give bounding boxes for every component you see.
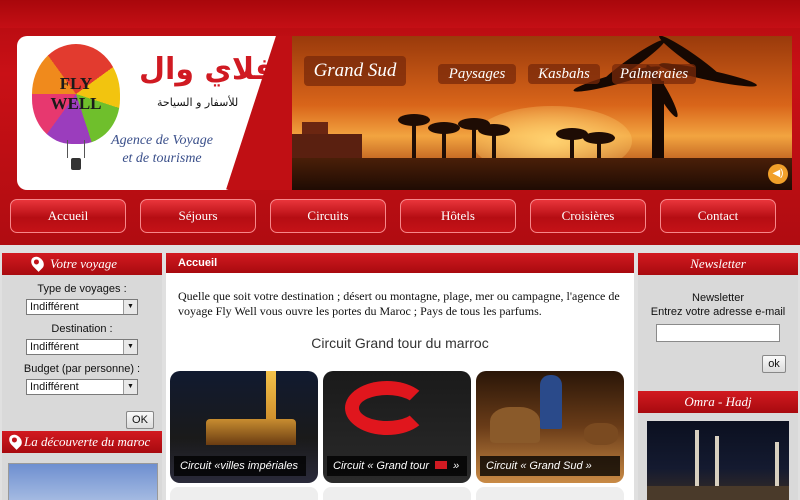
newsletter-header: Newsletter — [638, 253, 798, 275]
budget-select[interactable]: Indifférent ▼ — [26, 379, 138, 395]
grand-tour-logo-icon — [345, 381, 429, 435]
arabic-tagline: للأسفار و السياحة — [157, 96, 239, 109]
circuit-card-villes-caption: Circuit «villes impériales » — [174, 456, 306, 483]
search-ok-button[interactable]: OK — [126, 411, 154, 429]
arabic-brand-name: فلاي وال — [139, 52, 275, 87]
nav-contact[interactable]: Contact — [660, 199, 776, 233]
map-pin-icon — [28, 254, 47, 272]
agence-tagline: Agence de Voyage et de tourisme — [107, 132, 217, 168]
newsletter-prompt: Entrez votre adresse e-mail — [650, 306, 786, 318]
nav-accueil[interactable]: Accueil — [10, 199, 126, 233]
circuit-card-next[interactable] — [476, 487, 624, 500]
chevron-down-icon: ▼ — [123, 300, 137, 314]
circuit-card-next[interactable] — [170, 487, 318, 500]
destination-label: Destination : — [51, 323, 113, 335]
balloon-basket-icon — [71, 158, 81, 170]
grand-tour-caption-end: » — [453, 460, 460, 472]
circuit-title: Circuit Grand tour du marroc — [311, 335, 489, 351]
nav-sejours[interactable]: Séjours — [140, 199, 256, 233]
budget-value: Indifférent — [30, 381, 79, 393]
logo-text-well: WELL — [50, 94, 102, 113]
type-voyage-label: Type de voyages : — [37, 283, 127, 295]
nav-hotels[interactable]: Hôtels — [400, 199, 516, 233]
destination-select[interactable]: Indifférent ▼ — [26, 339, 138, 355]
banner-tag-paysages[interactable]: Paysages — [438, 64, 516, 84]
camel-shape — [584, 423, 618, 445]
camel-shape — [490, 407, 540, 443]
banner-tag-palmeraies[interactable]: Palmeraies — [612, 64, 696, 84]
banner-slideshow: Grand Sud Paysages Kasbahs Palmeraies ◀) — [292, 36, 792, 190]
type-voyage-value: Indifférent — [30, 301, 79, 313]
main-navigation: Accueil Séjours Circuits Hôtels Croisièr… — [10, 199, 790, 233]
omra-header: Omra - Hadj — [638, 391, 798, 413]
desert-ground — [292, 158, 792, 190]
traveler-figure — [540, 375, 562, 429]
banner-tag-kasbahs[interactable]: Kasbahs — [528, 64, 600, 84]
newsletter-label: Newsletter — [692, 292, 744, 304]
intro-text: Quelle que soit votre destination ; dése… — [178, 289, 620, 318]
circuit-card-next[interactable] — [323, 487, 471, 500]
right-sidebar: Newsletter Newsletter Entrez votre adres… — [638, 253, 798, 500]
budget-label: Budget (par personne) : — [23, 363, 141, 375]
agence-line-2: et de tourisme — [122, 151, 202, 166]
type-voyage-select[interactable]: Indifférent ▼ — [26, 299, 138, 315]
banner-title[interactable]: Grand Sud — [304, 56, 406, 86]
circuit-card-grand-sud[interactable]: Circuit « Grand Sud » — [476, 371, 624, 483]
morocco-flag-icon — [435, 461, 448, 469]
decouverte-header: La découverte du maroc — [2, 431, 162, 453]
maroc-thumbnail[interactable] — [8, 463, 158, 500]
speaker-icon[interactable]: ◀) — [768, 164, 788, 184]
accueil-header: Accueil — [166, 253, 634, 273]
newsletter-ok-button[interactable]: ok — [762, 355, 786, 373]
circuit-card-villes[interactable]: Circuit «villes impériales » — [170, 371, 318, 483]
minaret — [715, 436, 719, 490]
circuit-card-grand-tour-caption: Circuit « Grand tour » — [327, 456, 467, 476]
newsletter-email-input[interactable] — [656, 324, 780, 342]
decouverte-title: La découverte du maroc — [24, 434, 151, 449]
logo[interactable]: FLY WELL فلاي وال للأسفار و السياحة Agen… — [17, 36, 292, 190]
balloon-ropes — [67, 140, 85, 158]
minaret — [775, 442, 779, 490]
votre-voyage-header: Votre voyage — [2, 253, 162, 275]
nav-circuits[interactable]: Circuits — [270, 199, 386, 233]
circuit-card-grand-sud-caption: Circuit « Grand Sud » — [480, 456, 620, 476]
chevron-down-icon: ▼ — [123, 380, 137, 394]
balloon-logo-icon: FLY WELL — [32, 44, 120, 144]
nav-croisieres[interactable]: Croisières — [530, 199, 646, 233]
minaret — [695, 430, 699, 490]
main-content: Accueil Quelle que soit votre destinatio… — [166, 253, 634, 500]
agence-line-1: Agence de Voyage — [111, 133, 213, 148]
grand-tour-caption-text: Circuit « Grand tour — [333, 460, 429, 472]
circuit-card-grand-tour[interactable]: Circuit « Grand tour » — [323, 371, 471, 483]
left-sidebar: Votre voyage Type de voyages : Indiffére… — [2, 253, 162, 500]
logo-text-fly: FLY — [59, 74, 93, 93]
map-pin-icon — [6, 432, 25, 450]
top-strip — [0, 0, 800, 28]
chevron-down-icon: ▼ — [123, 340, 137, 354]
votre-voyage-title: Votre voyage — [50, 256, 118, 271]
destination-value: Indifférent — [30, 341, 79, 353]
omra-hadj-thumbnail[interactable] — [647, 421, 789, 500]
mosque-base — [647, 486, 789, 500]
mosque-building — [206, 419, 296, 445]
